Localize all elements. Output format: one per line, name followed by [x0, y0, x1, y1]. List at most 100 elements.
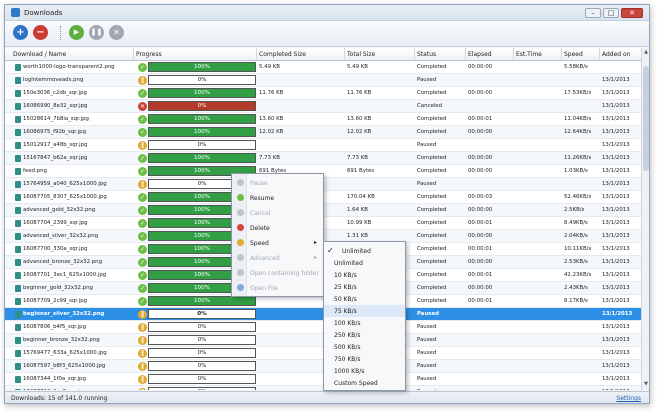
file-name: 16087713_2cc7_sqr.jpg [23, 389, 135, 390]
file-name: 150e3036_c2db_sqr.jpg [23, 90, 87, 96]
file-name: 16087704_2399_sqr.jpg [23, 220, 88, 226]
menu-item-resume[interactable]: Resume [232, 191, 323, 205]
table-row[interactable]: worth1000-logo-transparent2.png ✓ 100% 5.49… [5, 61, 641, 74]
file-icon [15, 259, 21, 266]
file-icon [15, 298, 21, 305]
speed-option[interactable]: 500 KB/s [324, 341, 405, 353]
added-on-date: 13/1/2013 [602, 324, 630, 330]
table-row[interactable]: 15028614_7b8ia_sqr.jpg ✓ 100% 13.60 KB 13.60… [5, 113, 641, 126]
speed-option[interactable]: 75 KB/s [324, 305, 405, 317]
completed-status-icon: ✓ [138, 258, 147, 267]
column-divider [414, 48, 415, 61]
checkmark-icon: ✓ [327, 246, 334, 255]
file-icon [15, 194, 21, 201]
remove-download-button[interactable]: − [33, 25, 48, 40]
speed-option[interactable]: 250 KB/s [324, 329, 405, 341]
column-divider [256, 48, 257, 61]
pause-button[interactable]: ❚❚ [89, 25, 104, 40]
speed-option[interactable]: Unlimited [324, 257, 405, 269]
file-name: 16086975_f92b_sqr.jpg [23, 129, 87, 135]
added-on-date: 13/1/2013 [602, 129, 630, 135]
file-icon [15, 77, 21, 84]
elapsed-time: 00:00:00 [468, 233, 493, 239]
paused-status-icon: ‖ [138, 323, 147, 332]
progress-percent: 0% [197, 376, 207, 382]
speed-option[interactable]: 25 KB/s [324, 281, 405, 293]
resume-button[interactable]: ▶ [69, 25, 84, 40]
progress-bar: 0% [148, 387, 256, 390]
scrollbar-thumb[interactable] [643, 66, 649, 171]
table-row[interactable]: 15167847_b62a_sqr.jpg ✓ 100% 7.73 KB 7.73 KB… [5, 152, 641, 165]
menu-item-open-containing-folder[interactable]: Open containing folder [232, 266, 323, 280]
column-header-added-on[interactable]: Added on [602, 51, 631, 58]
maximize-button[interactable]: □ [603, 8, 619, 18]
toolbar-separator [60, 26, 61, 40]
table-header: Download / Name Progress Completed Size … [5, 48, 641, 61]
close-window-button[interactable]: ✕ [621, 8, 643, 18]
speed-current-value[interactable]: ✓ Unlimited [324, 244, 405, 258]
column-header-total-size[interactable]: Total Size [347, 51, 375, 58]
completed-size: 11.76 KB [259, 90, 284, 96]
progress-bar: 0% [148, 140, 256, 150]
total-size: 11.76 KB [347, 90, 372, 96]
menu-item-delete[interactable]: Delete [232, 221, 323, 235]
file-name: 15769477_633a_625x1000.jpg [23, 350, 107, 356]
column-header-name[interactable]: Download / Name [13, 51, 66, 58]
paused-status-icon: ‖ [138, 180, 147, 189]
status-text: Paused [417, 376, 437, 382]
cancel-button[interactable]: ✕ [109, 25, 124, 40]
column-header-status[interactable]: Status [417, 51, 436, 58]
column-header-speed[interactable]: Speed [564, 51, 583, 58]
scroll-up-arrow-icon[interactable]: ▲ [642, 49, 649, 57]
speed-option[interactable]: 50 KB/s [324, 293, 405, 305]
speed-option[interactable]: 1000 KB/s [324, 365, 405, 377]
status-text: Completed [417, 129, 447, 135]
status-text: Paused [417, 324, 437, 330]
advanced-icon [237, 254, 244, 261]
file-name: 15764959_a040_625x1000.jpg [23, 181, 107, 187]
status-text: Completed [417, 259, 447, 265]
file-name: 16087705_8307_625x1000.jpg [23, 194, 107, 200]
plus-icon: + [16, 27, 25, 38]
added-on-date: 13/1/2013 [602, 90, 630, 96]
completed-size: 12.02 KB [259, 129, 284, 135]
menu-item-speed[interactable]: Speed ▸ [232, 236, 323, 250]
menu-item-open-file[interactable]: Open File [232, 281, 323, 295]
column-header-progress[interactable]: Progress [136, 51, 162, 58]
settings-link[interactable]: Settings [616, 395, 641, 402]
menu-item-label: Resume [250, 195, 275, 202]
menu-item-cancel[interactable]: Cancel [232, 206, 323, 220]
speed-option[interactable]: 100 KB/s [324, 317, 405, 329]
cancel-icon [237, 209, 244, 216]
add-download-button[interactable]: + [13, 25, 28, 40]
paused-status-icon: ‖ [138, 349, 147, 358]
table-row[interactable]: 15012917_a48b_sqr.jpg ‖ 0% Paused 13/1/2013 [5, 139, 641, 152]
speed-option[interactable]: 750 KB/s [324, 353, 405, 365]
submenu-arrow-icon: ▸ [313, 254, 317, 261]
table-row[interactable]: 16086990_8e32_sqr.jpg ✕ 0% Canceled 13/1/201… [5, 100, 641, 113]
file-name: feed.png [23, 168, 47, 174]
column-divider [465, 48, 466, 61]
progress-percent: 0% [197, 77, 207, 83]
completed-status-icon: ✓ [138, 193, 147, 202]
speed-option-label: Custom Speed [334, 380, 378, 387]
vertical-scrollbar[interactable]: ▲ ▼ [641, 48, 649, 390]
progress-percent: 100% [194, 129, 210, 135]
completed-status-icon: ✓ [138, 284, 147, 293]
file-icon [15, 181, 21, 188]
elapsed-time: 00:00:00 [468, 168, 493, 174]
minimize-button[interactable]: – [585, 8, 601, 18]
table-row[interactable]: loglntemmoveads.png ‖ 0% Paused 13/1/2013 [5, 74, 641, 87]
scroll-down-arrow-icon[interactable]: ▼ [642, 381, 649, 389]
column-header-completed-size[interactable]: Completed Size [259, 51, 306, 58]
speed-option[interactable]: Custom Speed [324, 377, 405, 389]
table-row[interactable]: 150e3036_c2db_sqr.jpg ✓ 100% 11.76 KB 11.76 … [5, 87, 641, 100]
added-on-date: 13/1/2013 [602, 376, 630, 382]
menu-item-label: Open containing folder [250, 270, 319, 277]
column-header-elapsed[interactable]: Elapsed [468, 51, 492, 58]
menu-item-advanced[interactable]: Advanced ▸ [232, 251, 323, 265]
speed-option[interactable]: 10 KB/s [324, 269, 405, 281]
table-row[interactable]: 16086975_f92b_sqr.jpg ✓ 100% 12.02 KB 12.02 … [5, 126, 641, 139]
column-header-est-time[interactable]: Est.Time [516, 51, 542, 58]
menu-item-pause[interactable]: Pause [232, 176, 323, 190]
